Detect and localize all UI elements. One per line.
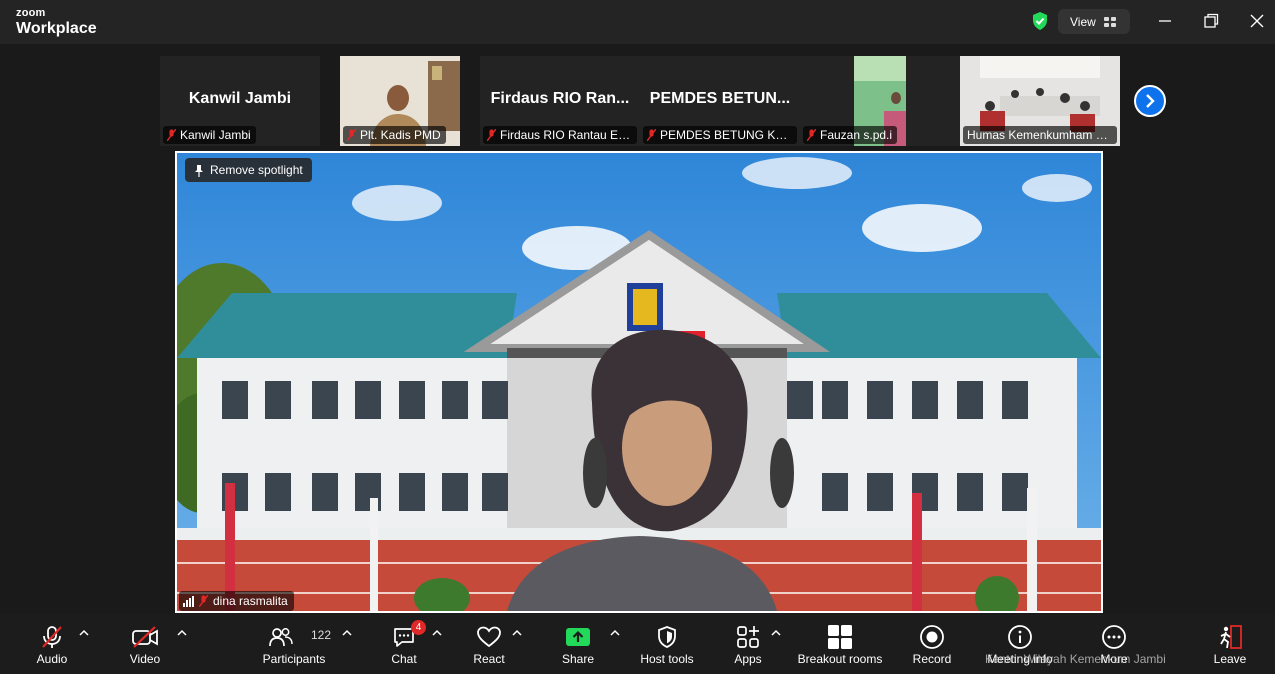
participant-tile[interactable]: Humas Kemenkumham Ja... [960, 56, 1120, 146]
participants-options-caret-icon[interactable] [342, 629, 352, 637]
chat-unread-badge: 4 [411, 620, 426, 635]
apps-button[interactable]: Apps [728, 614, 768, 674]
react-label: React [473, 652, 505, 666]
host-tools-button[interactable]: Host tools [635, 614, 699, 674]
react-button[interactable]: React [469, 614, 509, 674]
chat-options-caret-icon[interactable] [432, 629, 442, 637]
info-icon [1008, 625, 1032, 649]
share-label: Share [561, 652, 595, 666]
virtual-background [177, 153, 1101, 611]
heart-icon [477, 626, 501, 648]
breakout-rooms-button[interactable]: Breakout rooms [792, 614, 888, 674]
breakout-rooms-label: Breakout rooms [797, 652, 883, 666]
participant-tile[interactable]: Plt. Kadis PMD [340, 56, 460, 146]
grid-icon [1103, 16, 1116, 27]
host-tools-label: Host tools [640, 652, 694, 666]
apps-label: Apps [734, 652, 762, 666]
tile-name-tag: Plt. Kadis PMD [343, 126, 446, 144]
tile-title: Kanwil Jambi [188, 90, 292, 107]
shield-icon [658, 626, 676, 648]
react-options-caret-icon[interactable] [512, 629, 522, 637]
tile-title: Firdaus RIO Ran... [490, 90, 630, 107]
restore-icon[interactable] [1202, 12, 1220, 30]
participant-strip: Kanwil Jambi Kanwil Jambi Plt. Kadis PMD… [160, 56, 1120, 146]
mic-muted-icon [199, 595, 208, 607]
record-label: Record [912, 652, 952, 666]
apps-icon [737, 626, 759, 648]
participant-tile[interactable]: Fauzan s.pd.i [800, 56, 960, 146]
audio-options-caret-icon[interactable] [79, 629, 89, 637]
more-icon [1102, 625, 1126, 649]
video-button[interactable]: Video [125, 614, 165, 674]
tile-name-tag: Fauzan s.pd.i [803, 126, 898, 144]
spotlight-video[interactable]: Remove spotlight dina rasmalita [175, 151, 1103, 613]
tile-title: PEMDES BETUN... [649, 90, 791, 107]
leave-door-icon [1220, 625, 1242, 649]
record-button[interactable]: Record [910, 614, 954, 674]
app-logo: zoom Workplace [16, 8, 97, 37]
speaker-name-tag: dina rasmalita [179, 591, 294, 611]
share-options-caret-icon[interactable] [610, 629, 620, 637]
breakout-rooms-icon [828, 625, 852, 649]
view-button[interactable]: View [1058, 9, 1130, 34]
chat-label: Chat [391, 652, 417, 666]
brand-top: zoom [16, 7, 46, 19]
mic-muted-icon [347, 129, 356, 141]
tile-name-tag: PEMDES BETUNG KUN... [643, 126, 797, 144]
mic-muted-icon [807, 129, 816, 141]
tile-name: PEMDES BETUNG KUN... [660, 128, 792, 142]
participant-tile[interactable]: Kanwil Jambi Kanwil Jambi [160, 56, 320, 146]
audio-label: Audio [36, 652, 68, 666]
encryption-shield-icon[interactable] [1031, 11, 1049, 31]
mic-muted-icon [487, 129, 496, 141]
title-bar: zoom Workplace View [0, 0, 1275, 44]
remove-spotlight-button[interactable]: Remove spotlight [185, 158, 312, 182]
leave-button[interactable]: Leave [1210, 614, 1250, 674]
tile-name-tag: Firdaus RIO Rantau Em... [483, 126, 637, 144]
microphone-muted-icon [42, 626, 62, 648]
brand-main: Workplace [16, 20, 97, 37]
mic-muted-icon [167, 129, 176, 141]
audio-button[interactable]: Audio [32, 614, 72, 674]
video-options-caret-icon[interactable] [177, 629, 187, 637]
pin-icon [195, 164, 203, 177]
participants-count: 122 [311, 628, 332, 642]
participant-tile[interactable]: Firdaus RIO Ran... Firdaus RIO Rantau Em… [480, 56, 640, 146]
minimize-icon[interactable] [1156, 12, 1174, 30]
participant-tile[interactable]: PEMDES BETUN... PEMDES BETUNG KUN... [640, 56, 800, 146]
next-page-button[interactable] [1134, 85, 1166, 117]
participants-button[interactable]: Participants [254, 614, 334, 674]
watermark-text: Kantor Wilayah Kemenkum Jambi [985, 652, 1166, 666]
chevron-right-icon [1146, 94, 1155, 108]
close-icon[interactable] [1248, 12, 1266, 30]
speaker-name: dina rasmalita [213, 594, 288, 608]
tile-name: Humas Kemenkumham Ja... [967, 128, 1112, 142]
leave-label: Leave [1213, 652, 1247, 666]
mic-muted-icon [647, 129, 656, 141]
record-icon [920, 625, 944, 649]
tile-name: Firdaus RIO Rantau Em... [500, 128, 632, 142]
apps-options-caret-icon[interactable] [771, 629, 781, 637]
tile-name: Kanwil Jambi [180, 128, 251, 142]
video-off-icon [132, 626, 158, 648]
tile-name-tag: Humas Kemenkumham Ja... [963, 126, 1117, 144]
share-button[interactable]: Share [558, 614, 598, 674]
zoom-window: zoom Workplace View Kanwil Jambi Kanwil … [0, 0, 1275, 674]
participants-label: Participants [262, 652, 326, 666]
tile-name-tag: Kanwil Jambi [163, 126, 256, 144]
tile-name: Plt. Kadis PMD [360, 128, 441, 142]
remove-spotlight-label: Remove spotlight [210, 163, 303, 177]
share-screen-icon [566, 628, 590, 646]
video-label: Video [129, 652, 161, 666]
chat-button[interactable]: 4 Chat [386, 614, 426, 674]
participants-icon [269, 628, 293, 647]
signal-icon [183, 595, 194, 607]
view-label: View [1070, 14, 1096, 29]
tile-name: Fauzan s.pd.i [820, 128, 893, 142]
